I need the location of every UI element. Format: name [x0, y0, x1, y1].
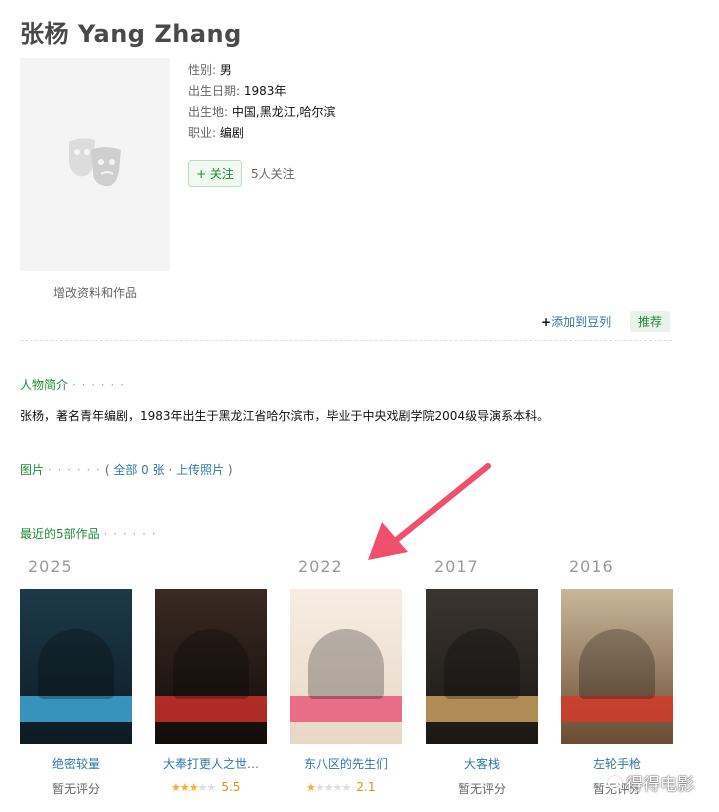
close-paren: )	[227, 463, 233, 477]
work-poster[interactable]	[20, 589, 132, 744]
profession-label: 职业:	[188, 126, 217, 140]
poster-figures	[38, 629, 114, 699]
bio-title: 人物简介	[20, 378, 69, 392]
work-title-link[interactable]: 大客栈	[412, 755, 552, 772]
works-title: 最近的5部作品	[20, 527, 100, 541]
watermark-text: 得得电影	[626, 775, 694, 795]
gender-value: 男	[219, 63, 232, 77]
poster-accent	[155, 696, 267, 722]
separator-dot: ·	[168, 463, 173, 477]
poster-figures	[308, 629, 384, 699]
photos-dots: · · · · · ·	[48, 463, 101, 477]
poster-accent	[561, 696, 673, 722]
work-title-link[interactable]: 东八区的先生们	[276, 755, 416, 772]
watermark: 得得电影	[608, 770, 694, 795]
rating-score: 5.5	[221, 780, 241, 794]
profession-value: 编剧	[219, 126, 244, 140]
birth-row: 出生日期: 1983年	[188, 81, 336, 102]
rating-score: 2.1	[356, 780, 376, 794]
poster-accent	[20, 696, 132, 722]
birth-label: 出生日期:	[188, 84, 241, 98]
works-section-title: 最近的5部作品 · · · · · ·	[20, 525, 157, 542]
year-label: 2022	[298, 557, 343, 576]
photos-title: 图片	[20, 463, 45, 477]
work-poster[interactable]	[561, 589, 673, 744]
upload-photo-link[interactable]: 上传照片	[176, 463, 224, 477]
edit-info-link[interactable]: 增改资料和作品	[20, 284, 170, 301]
recommend-button[interactable]: 推荐	[630, 311, 671, 332]
work-poster[interactable]	[290, 589, 402, 744]
work-title-link[interactable]: 大奉打更人之世…	[141, 755, 281, 772]
rating-stars: ★★★★★	[171, 780, 216, 794]
bio-text: 张杨，著名青年编剧，1983年出生于黑龙江省哈尔滨市，毕业于中央戏剧学院2004…	[20, 409, 550, 423]
add-to-doulist-label: 添加到豆列	[551, 315, 612, 329]
work-poster[interactable]	[426, 589, 538, 744]
birthplace-value: 中国,黑龙江,哈尔滨	[231, 105, 336, 119]
poster-accent	[290, 696, 402, 722]
theater-masks-icon	[69, 138, 121, 187]
all-photos-link[interactable]: 全部 0 张	[113, 463, 164, 477]
year-label: 2025	[28, 557, 73, 576]
poster-figures	[444, 629, 520, 699]
poster-accent	[426, 696, 538, 722]
works-dots: · · · · · ·	[103, 527, 157, 541]
bio-section-title: 人物简介 · · · · · ·	[20, 376, 125, 393]
profession-row: 职业: 编剧	[188, 123, 336, 144]
open-paren: (	[104, 463, 110, 477]
rating-stars: ★★★★★	[306, 780, 351, 794]
work-rating: ★★★★★ 5.5	[171, 780, 240, 794]
annotation-arrow-icon	[368, 463, 491, 560]
gender-label: 性别:	[188, 63, 217, 77]
work-rating: ★★★★★ 2.1	[306, 780, 375, 794]
follow-button[interactable]: + 关注	[188, 160, 242, 187]
bio-dots: · · · · · ·	[72, 378, 125, 392]
birth-value: 1983年	[243, 84, 287, 98]
watermark-logo-icon	[608, 775, 622, 790]
poster-figures	[173, 629, 249, 699]
gender-row: 性别: 男	[188, 60, 336, 81]
follow-count: 5人关注	[251, 167, 295, 181]
work-rating: 暂无评分	[458, 782, 507, 796]
basic-info: 性别: 男 出生日期: 1983年 出生地: 中国,黑龙江,哈尔滨 职业: 编剧	[188, 60, 336, 144]
celebrity-photo-placeholder[interactable]	[20, 58, 170, 271]
plus-icon: +	[541, 315, 552, 329]
work-poster[interactable]	[155, 589, 267, 744]
birthplace-row: 出生地: 中国,黑龙江,哈尔滨	[188, 102, 336, 123]
photos-section-title: 图片 · · · · · · ( 全部 0 张 · 上传照片 )	[20, 461, 233, 478]
year-label: 2016	[569, 557, 614, 576]
add-to-doulist-link[interactable]: +添加到豆列	[541, 313, 611, 330]
work-title-link[interactable]: 绝密较量	[6, 755, 146, 772]
page-title: 张杨 Yang Zhang	[20, 20, 242, 48]
work-rating: 暂无评分	[52, 782, 101, 796]
divider	[20, 340, 672, 341]
birthplace-label: 出生地:	[188, 105, 229, 119]
poster-figures	[579, 629, 655, 699]
